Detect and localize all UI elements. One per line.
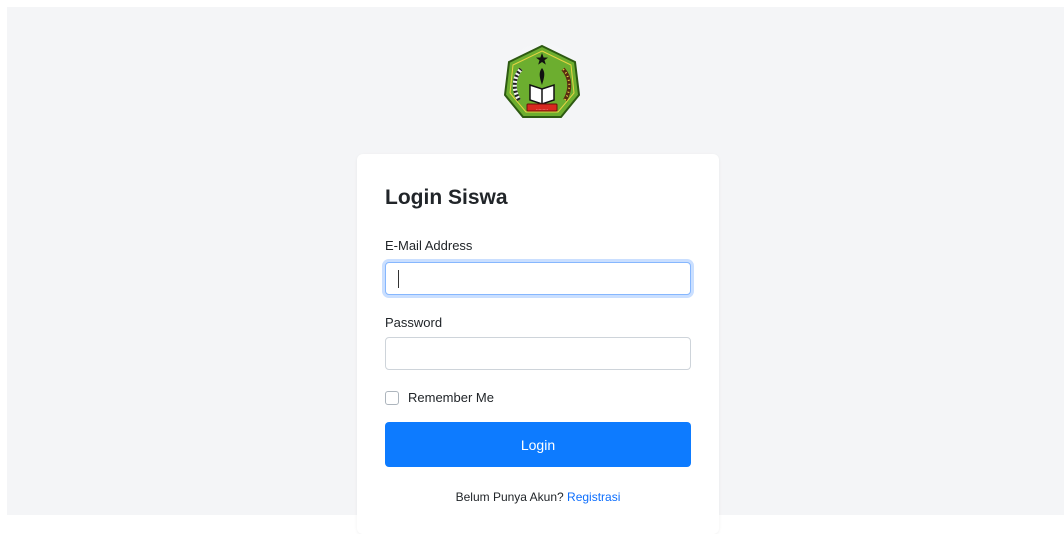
register-prompt-text: Belum Punya Akun?: [455, 490, 564, 504]
login-title: Login Siswa: [385, 186, 508, 209]
remember-me-label: Remember Me: [408, 390, 494, 405]
email-field[interactable]: [385, 262, 691, 295]
login-card: Login Siswa E-Mail Address Password Reme…: [357, 154, 719, 534]
password-field[interactable]: [385, 337, 691, 370]
school-emblem-icon: ………: [497, 40, 587, 124]
register-prompt: Belum Punya Akun? Registrasi: [357, 490, 719, 504]
page: ……… Login Siswa E-Mail Address Password …: [7, 7, 1064, 534]
register-link[interactable]: Registrasi: [567, 490, 620, 504]
email-label: E-Mail Address: [385, 238, 473, 253]
remember-me-row[interactable]: Remember Me: [385, 390, 494, 405]
password-label: Password: [385, 315, 443, 330]
text-caret: [398, 270, 399, 288]
remember-me-checkbox[interactable]: [385, 390, 399, 405]
login-button[interactable]: Login: [385, 422, 691, 467]
svg-text:………: ………: [536, 106, 548, 111]
